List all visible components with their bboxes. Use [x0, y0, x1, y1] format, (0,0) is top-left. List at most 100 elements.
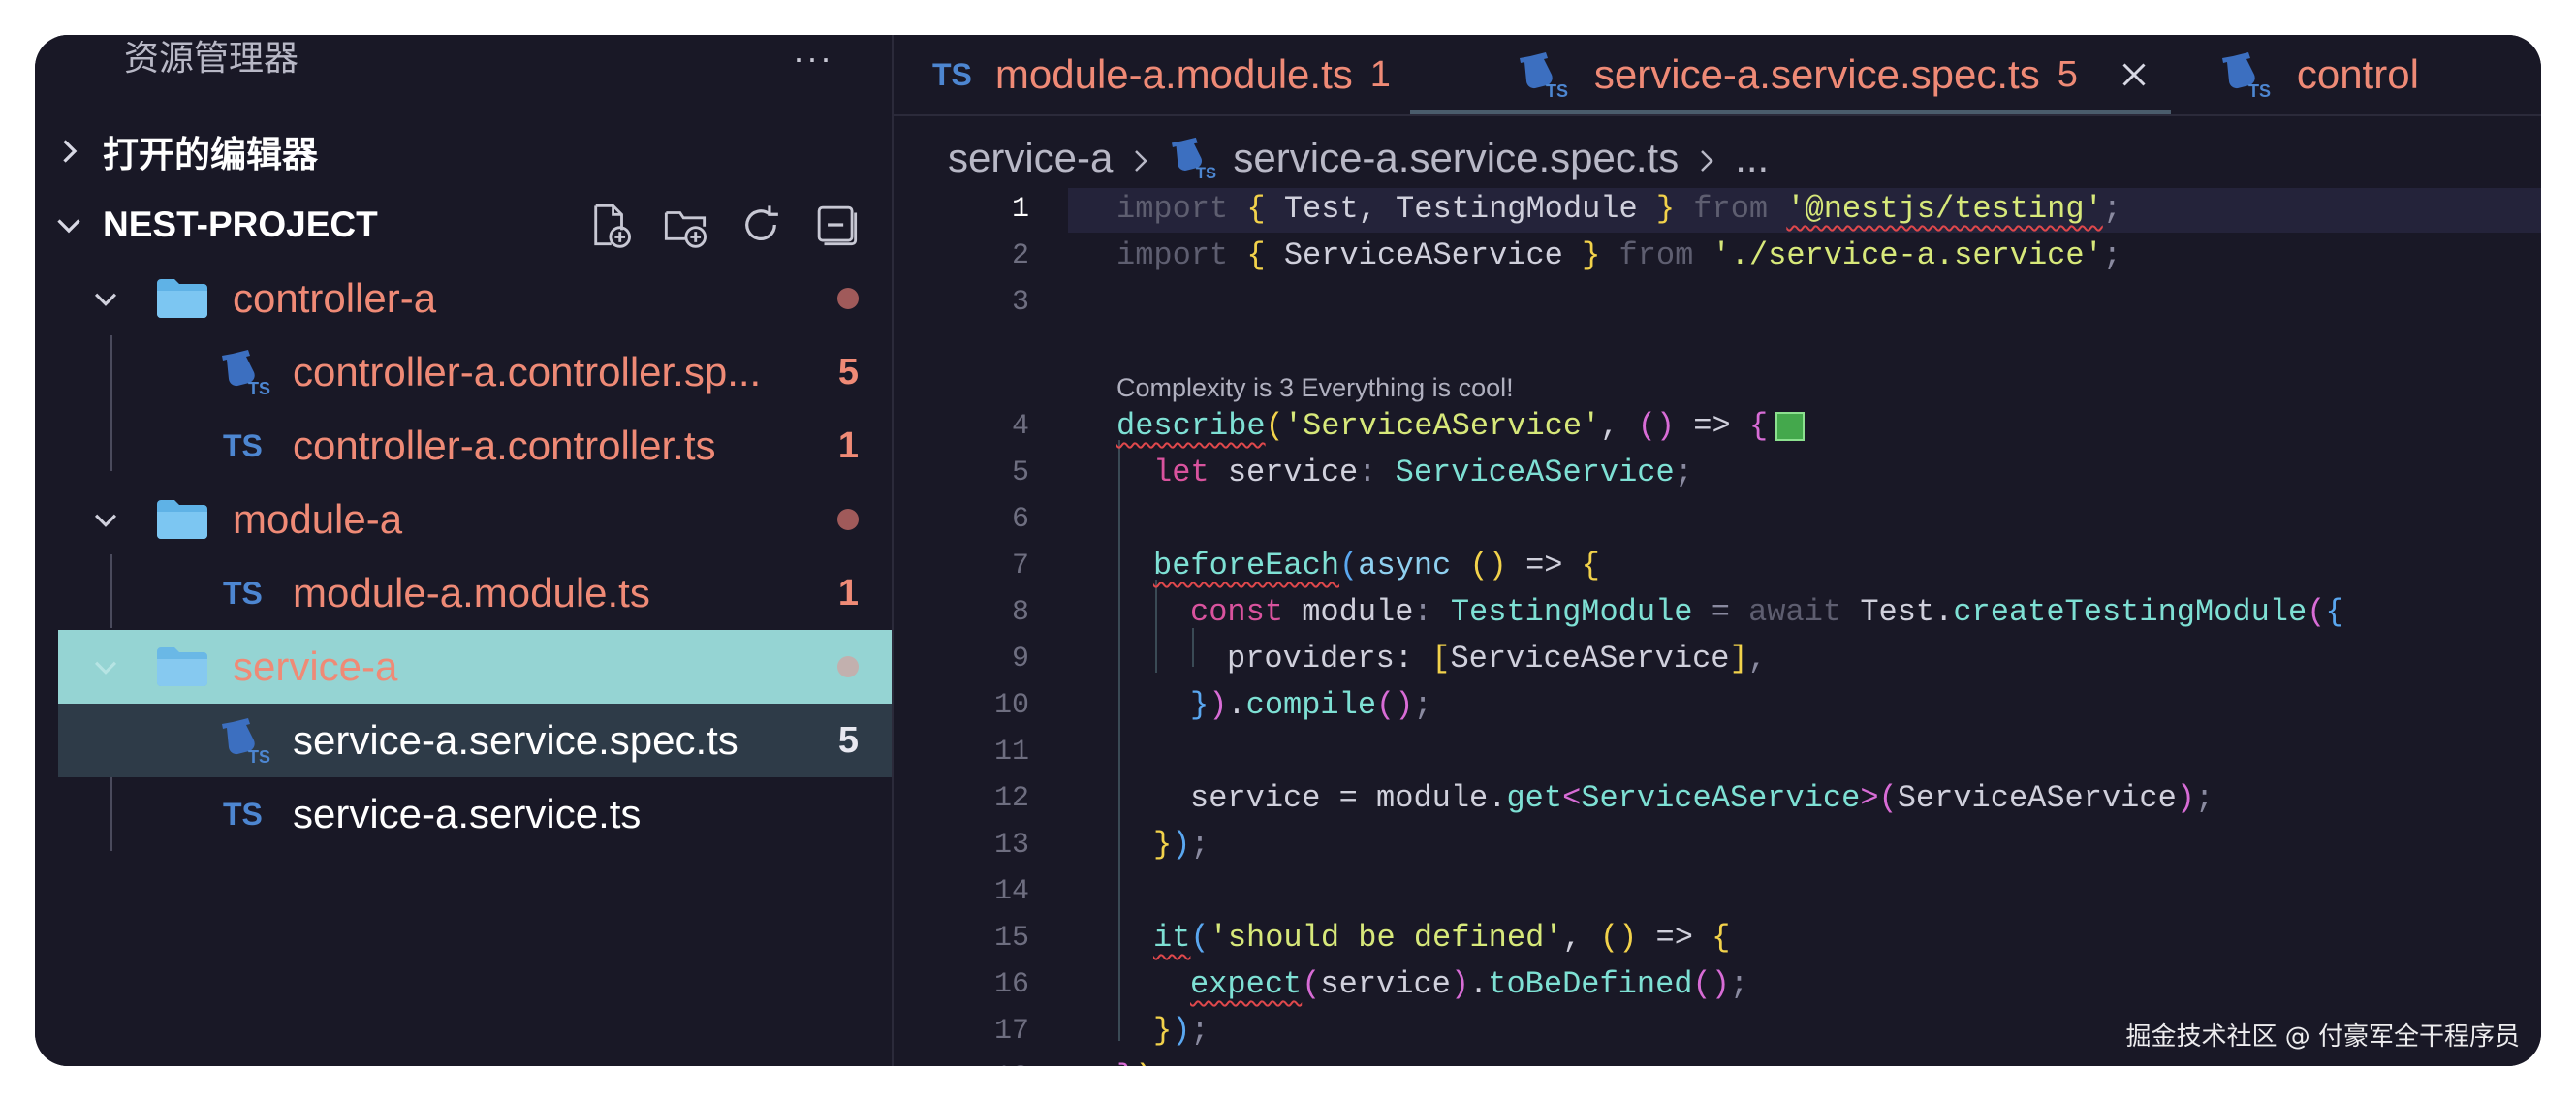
- collapse-all-icon[interactable]: [812, 201, 861, 249]
- tree-file-controller-a-ts[interactable]: TS controller-a.controller.ts 1: [58, 409, 892, 483]
- code-line-9: providers: [ServiceAService],: [1227, 641, 1767, 676]
- test-flask-icon: TS: [219, 348, 273, 396]
- code-line-2: import { ServiceAService } from './servi…: [1116, 237, 2121, 273]
- chevron-down-icon[interactable]: [81, 282, 130, 315]
- indent-guide: [1155, 580, 1157, 673]
- code-line-4: describe('ServiceAService', () => {: [1116, 403, 1806, 450]
- svg-text:TS: TS: [248, 379, 270, 396]
- tree-file-controller-a-spec[interactable]: TS controller-a.controller.sp... 5: [58, 335, 892, 409]
- code-line-15: it('should be defined', () => {: [1153, 920, 1731, 956]
- tree-item-label: controller-a.controller.ts: [293, 423, 716, 468]
- code-line-7: beforeEach(async () => {: [1153, 548, 1600, 583]
- chevron-down-icon[interactable]: [35, 207, 103, 242]
- modified-dot: [837, 656, 859, 677]
- code-line-13: });: [1153, 827, 1209, 863]
- indent-guide: [1118, 440, 1120, 1041]
- typescript-icon: TS: [223, 796, 263, 832]
- line-number: 1: [1011, 193, 1029, 226]
- svg-text:TS: TS: [248, 747, 270, 765]
- breadcrumb-file[interactable]: service-a.service.spec.ts: [1233, 135, 1679, 181]
- line-number: 13: [993, 829, 1029, 862]
- line-number: 16: [993, 968, 1029, 1001]
- breadcrumb: service-a TS service-a.service.spec.ts .…: [948, 124, 1769, 192]
- tree-file-service-a-spec[interactable]: TS service-a.service.spec.ts 5: [58, 704, 892, 777]
- explorer-sidebar: 资源管理器 ··· 打开的编辑器 NEST-PROJECT controller…: [35, 35, 894, 1066]
- tab-controller[interactable]: TS control: [2171, 35, 2438, 114]
- line-number: 18: [894, 1054, 1029, 1066]
- problem-count: 1: [837, 572, 859, 613]
- explorer-toolbar: [585, 188, 861, 262]
- typescript-icon: TS: [223, 575, 263, 611]
- test-flask-icon: TS: [1517, 50, 1571, 99]
- code-line-18: });: [1116, 1054, 1173, 1066]
- svg-text:TS: TS: [2248, 81, 2271, 99]
- code-line-10: }).compile();: [1190, 687, 1432, 723]
- tree-file-module-a-ts[interactable]: TS module-a.module.ts 1: [58, 556, 892, 630]
- problem-count: 5: [837, 719, 859, 761]
- code-line-12: service = module.get<ServiceAService>(Se…: [1190, 780, 2215, 816]
- editor-tabs: TS module-a.module.ts 1 TS service-a.ser…: [894, 35, 2541, 114]
- code-editor[interactable]: 1 2 3 4 5 6 7 8 9 10 11 12 13 14 15 16 1…: [894, 188, 2541, 1066]
- line-number: 5: [1011, 456, 1029, 489]
- line-number: 4: [1011, 410, 1029, 443]
- new-folder-icon[interactable]: [661, 201, 709, 249]
- refresh-icon[interactable]: [737, 201, 785, 249]
- test-flask-icon: TS: [2219, 50, 2274, 99]
- line-number: 3: [1011, 286, 1029, 319]
- svg-text:TS: TS: [1196, 164, 1216, 180]
- tree-item-label: service-a.service.ts: [293, 791, 642, 836]
- modified-dot: [837, 509, 859, 530]
- open-editors-section[interactable]: 打开的编辑器: [35, 114, 892, 188]
- chevron-right-icon[interactable]: [35, 134, 103, 169]
- codelens-complexity[interactable]: Complexity is 3 Everything is cool!: [1116, 368, 1514, 407]
- chevron-right-icon: [1692, 135, 1721, 181]
- breadcrumb-folder[interactable]: service-a: [948, 135, 1113, 181]
- chevron-down-icon[interactable]: [81, 503, 130, 536]
- tree-folder-module-a[interactable]: module-a: [58, 483, 892, 556]
- tree-item-label: service-a: [233, 644, 398, 689]
- line-number: 11: [993, 736, 1029, 769]
- folder-icon: [155, 277, 209, 320]
- problem-count: 5: [837, 351, 859, 393]
- code-line-5: let service: ServiceAService;: [1153, 455, 1693, 490]
- tab-label: control: [2296, 51, 2419, 97]
- problem-count: 1: [1369, 53, 1391, 95]
- vscode-window: 资源管理器 ··· 打开的编辑器 NEST-PROJECT controller…: [35, 35, 2541, 1066]
- tree-item-label: controller-a.controller.sp...: [293, 349, 762, 394]
- line-number: 9: [1011, 643, 1029, 676]
- svg-text:TS: TS: [1546, 81, 1568, 99]
- code-line-8: const module: TestingModule = await Test…: [1190, 594, 2344, 630]
- tree-file-service-a-ts[interactable]: TS service-a.service.ts: [58, 777, 892, 851]
- project-section[interactable]: NEST-PROJECT: [35, 188, 892, 262]
- tabs-divider: [894, 114, 2541, 116]
- chevron-down-icon[interactable]: [81, 650, 130, 683]
- problem-count: 1: [837, 425, 859, 466]
- tab-module-a-module[interactable]: TS module-a.module.ts 1: [894, 35, 1410, 114]
- line-number: 2: [1011, 239, 1029, 272]
- line-number: 6: [1011, 503, 1029, 536]
- tree-folder-service-a[interactable]: service-a: [58, 630, 892, 704]
- more-actions-icon[interactable]: ···: [793, 35, 833, 81]
- tree-item-label: module-a.module.ts: [293, 570, 650, 615]
- typescript-icon: TS: [223, 427, 263, 463]
- code-line-16: expect(service).toBeDefined();: [1190, 966, 1749, 1002]
- line-number: 10: [993, 689, 1029, 722]
- modified-dot: [837, 288, 859, 309]
- coverage-indicator-icon: [1775, 411, 1806, 441]
- tree-folder-controller-a[interactable]: controller-a: [58, 262, 892, 335]
- tab-service-a-spec[interactable]: TS service-a.service.spec.ts 5: [1409, 35, 2171, 114]
- line-number: 15: [993, 922, 1029, 955]
- line-number: 7: [1011, 550, 1029, 582]
- breadcrumb-more[interactable]: ...: [1735, 135, 1769, 181]
- code-line-1: import { Test, TestingModule } from '@ne…: [1116, 191, 2121, 227]
- problem-count: 5: [2057, 53, 2078, 95]
- tab-label: module-a.module.ts: [994, 51, 1353, 97]
- new-file-icon[interactable]: [585, 201, 634, 249]
- chevron-right-icon: [1126, 135, 1155, 181]
- line-number: 14: [993, 875, 1029, 908]
- test-flask-icon: TS: [1169, 136, 1219, 180]
- watermark: 掘金技术社区 @ 付豪军全干程序员: [2125, 1022, 2520, 1052]
- code-line-17: });: [1153, 1013, 1209, 1049]
- tree-item-label: service-a.service.spec.ts: [293, 717, 738, 763]
- close-icon[interactable]: [2117, 57, 2152, 92]
